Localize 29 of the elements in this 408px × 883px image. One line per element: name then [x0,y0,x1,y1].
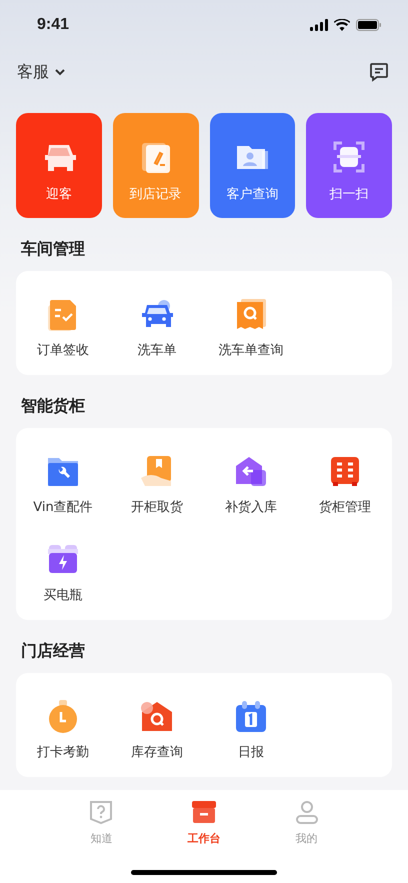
section-title: 门店经营 [20,641,86,662]
feature-item[interactable]: 货柜管理 [298,442,392,530]
quick-action-tile[interactable]: 客户查询 [210,113,296,218]
feature-item[interactable]: 打卡考勤 [16,687,110,775]
chat-icon[interactable] [369,62,389,82]
feature-item[interactable]: 订单签收 [16,285,110,373]
signal-icon [310,19,328,31]
feature-item[interactable]: 补货入库 [204,442,298,530]
feature-item[interactable]: 买电瓶 [16,530,110,618]
quick-action-tile[interactable]: 扫一扫 [306,113,392,218]
feature-item[interactable]: 洗车单 [110,285,204,373]
feature-item[interactable]: 开柜取货 [110,442,204,530]
archive-box-icon [191,799,217,825]
help-icon [88,799,114,825]
wifi-icon [334,19,350,31]
role-dropdown[interactable]: 客服 [17,62,65,82]
status-time: 9:41 [37,16,70,34]
section-title: 车间管理 [20,239,86,260]
user-icon [294,799,320,825]
feature-item[interactable]: 日报 [204,687,298,775]
calendar-icon [233,699,269,735]
tab[interactable]: 工作台 [152,790,256,846]
feature-item[interactable]: 库存查询 [110,687,204,775]
section-title: 智能货柜 [20,396,86,417]
chevron-down-icon [55,68,65,76]
feature-item[interactable]: 洗车单查询 [204,285,298,373]
battery-icon [356,19,382,31]
feature-item[interactable]: Vin查配件 [16,442,110,530]
quick-action-tile[interactable]: 迎客 [16,113,102,218]
